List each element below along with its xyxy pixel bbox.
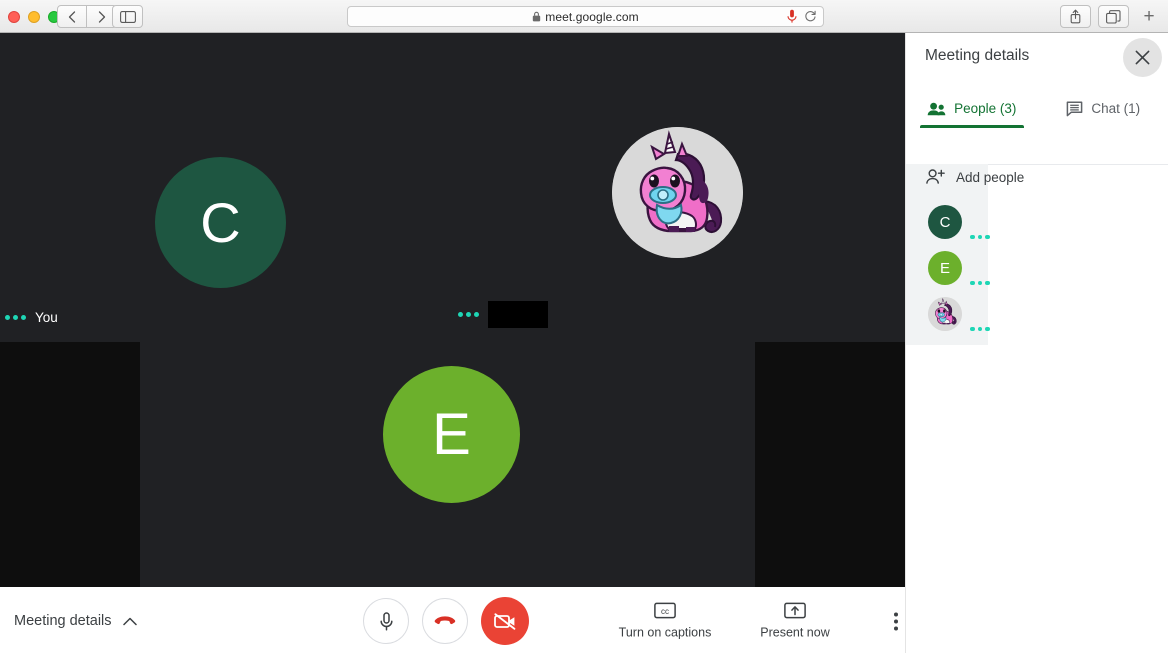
people-icon <box>927 102 946 115</box>
sidebar-icon <box>119 10 136 23</box>
participant-menu-icon[interactable] <box>970 326 990 331</box>
meeting-controls-bar: Meeting details cc Turn on captions Pres… <box>0 587 905 653</box>
minimize-window-button[interactable] <box>28 11 40 23</box>
list-item[interactable]: E <box>906 245 990 291</box>
chevron-left-icon <box>68 10 76 23</box>
secondary-actions: cc Turn on captions Present now <box>600 602 916 640</box>
chevron-right-icon <box>98 10 105 23</box>
participant-menu-icon[interactable] <box>970 280 990 285</box>
toggle-camera-button[interactable] <box>481 597 529 645</box>
url-bar[interactable]: meet.google.com <box>347 6 824 27</box>
leave-call-button[interactable] <box>422 598 468 644</box>
avatar: C <box>155 157 286 288</box>
add-people-button[interactable]: Add people <box>926 169 1024 185</box>
stage-filler-left <box>0 342 140 587</box>
avatar <box>928 297 962 331</box>
meeting-details-label: Meeting details <box>14 613 112 629</box>
sidebar-toggle-button[interactable] <box>112 5 143 28</box>
participant-name-redacted <box>488 301 548 328</box>
navigation-buttons <box>57 5 117 28</box>
stage-filler-right <box>755 342 905 587</box>
show-tabs-button[interactable] <box>1098 5 1129 28</box>
participant-tile-you[interactable]: C You <box>0 33 438 340</box>
unicorn-avatar-icon <box>612 127 743 258</box>
panel-title: Meeting details <box>925 47 1030 64</box>
avatar: E <box>383 366 520 503</box>
participants-list: C E <box>906 164 990 345</box>
url-text: meet.google.com <box>545 9 639 24</box>
microphone-icon[interactable] <box>787 9 797 29</box>
new-tab-button[interactable]: + <box>1136 5 1162 28</box>
tab-overview-icon <box>1106 9 1121 24</box>
avatar: E <box>928 251 962 285</box>
url-bar-actions <box>787 9 817 29</box>
present-now-button[interactable]: Present now <box>730 602 860 640</box>
tile-label-you: You <box>5 310 58 325</box>
microphone-activity-icon <box>5 315 26 320</box>
participant-name: You <box>35 310 58 325</box>
list-item[interactable] <box>906 291 990 337</box>
unicorn-avatar-icon <box>928 297 962 331</box>
closed-caption-icon: cc <box>654 602 676 619</box>
window-traffic-lights <box>8 11 60 23</box>
list-item[interactable]: C <box>906 199 990 245</box>
microphone-icon <box>379 611 393 631</box>
svg-text:cc: cc <box>661 607 669 616</box>
close-window-button[interactable] <box>8 11 20 23</box>
microphone-activity-icon <box>458 312 479 317</box>
participant-menu-icon[interactable] <box>970 234 990 239</box>
present-label: Present now <box>760 625 830 640</box>
meeting-details-panel: Meeting details People (3) Chat (1) C E … <box>905 33 1168 653</box>
turn-on-captions-button[interactable]: cc Turn on captions <box>600 602 730 640</box>
share-button[interactable] <box>1060 5 1091 28</box>
tab-chat[interactable]: Chat (1) <box>1038 89 1168 128</box>
screenshot-root: meet.google.com + C You E Meeting detail… <box>0 0 1168 653</box>
tab-people[interactable]: People (3) <box>906 89 1038 128</box>
lock-icon <box>532 11 541 22</box>
meeting-details-button[interactable]: Meeting details <box>14 613 137 629</box>
video-stage: C You E <box>0 33 905 587</box>
hangup-icon <box>434 616 456 625</box>
close-icon <box>1135 50 1150 65</box>
add-people-label: Add people <box>956 169 1025 185</box>
chevron-up-icon <box>122 617 137 625</box>
reload-icon[interactable] <box>804 10 817 28</box>
participant-tile-e[interactable]: E <box>140 342 755 587</box>
avatar <box>612 127 743 258</box>
present-screen-icon <box>784 602 806 619</box>
share-icon <box>1070 9 1081 24</box>
browser-right-actions: + <box>1060 5 1162 28</box>
call-controls <box>363 597 529 645</box>
tab-people-label: People (3) <box>954 101 1017 116</box>
panel-tabs: People (3) Chat (1) <box>906 89 1168 128</box>
browser-toolbar: meet.google.com + <box>0 0 1168 33</box>
back-button[interactable] <box>57 5 87 28</box>
captions-label: Turn on captions <box>618 625 712 640</box>
tab-chat-label: Chat (1) <box>1091 101 1141 116</box>
participant-tile-unicorn[interactable] <box>440 33 905 340</box>
person-add-icon <box>926 169 945 184</box>
tile-label-unicorn <box>458 301 548 328</box>
toggle-microphone-button[interactable] <box>363 598 409 644</box>
camera-off-icon <box>494 612 516 630</box>
chat-icon <box>1067 100 1083 116</box>
close-panel-button[interactable] <box>1123 38 1162 77</box>
avatar: C <box>928 205 962 239</box>
